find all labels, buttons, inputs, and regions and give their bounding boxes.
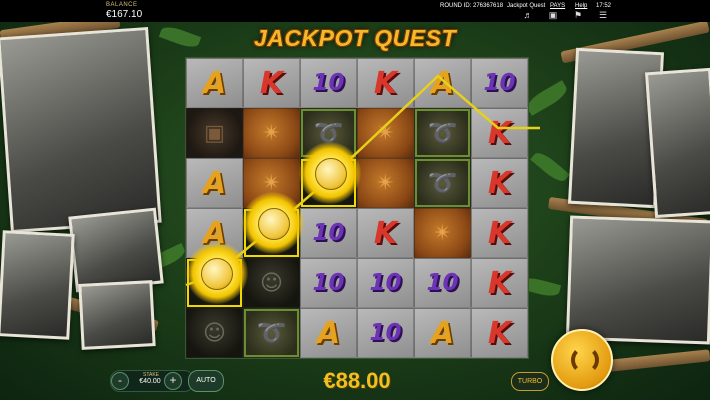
- comic-panel-journal: [78, 280, 156, 350]
- symbol-10: 10: [357, 258, 414, 308]
- stake-decrease-button[interactable]: -: [111, 372, 129, 390]
- symbol-hero: ☺: [243, 258, 300, 308]
- comic-panel-temple: [0, 230, 75, 340]
- top-bar: BALANCE €167.10 ROUND ID: 276367618 Jack…: [0, 0, 710, 22]
- mute-icon[interactable]: ♬: [523, 11, 533, 20]
- reel-grid: A K 10 K A 10 ▣ ✴ ➰ ✴ ➰ K A ✴ ✴ ➰ K A 10 K ✴ K ☺ 10 10 10 K ☺ ➰ A 10 A K: [185, 57, 529, 359]
- symbol-map: ✴: [357, 108, 414, 158]
- symbol-10: 10: [300, 208, 357, 258]
- spin-button[interactable]: [551, 329, 613, 391]
- symbol-a: A: [414, 308, 471, 358]
- symbol-k: K: [471, 258, 528, 308]
- symbol-k: K: [357, 58, 414, 108]
- wood-frame-bottom-right: [599, 349, 710, 373]
- fullscreen-icon[interactable]: ▣: [548, 11, 558, 20]
- symbol-a: A: [186, 58, 243, 108]
- leaf-decoration: [158, 23, 202, 51]
- coin-symbol: [258, 208, 290, 240]
- stake-increase-button[interactable]: +: [164, 372, 182, 390]
- balance-value: €167.10: [106, 9, 143, 20]
- game-name: Jackpot Quest: [507, 3, 546, 9]
- symbol-a: A: [300, 308, 357, 358]
- symbol-10: 10: [357, 308, 414, 358]
- symbol-map: ✴: [243, 108, 300, 158]
- leaf-decoration: [523, 80, 571, 116]
- coin-symbol: [201, 258, 233, 290]
- symbol-k: K: [471, 308, 528, 358]
- symbol-k: K: [471, 208, 528, 258]
- symbol-map: ✴: [357, 158, 414, 208]
- balance-label: BALANCE: [106, 2, 138, 8]
- coin-symbol: [315, 158, 347, 190]
- symbol-a: A: [414, 58, 471, 108]
- symbol-bag: ▣: [186, 108, 243, 158]
- symbol-hero: ☺: [186, 308, 243, 358]
- pays-link[interactable]: PAYS: [550, 3, 565, 9]
- help-link[interactable]: Help: [575, 3, 587, 9]
- leaf-decoration: [530, 148, 570, 186]
- notification-icon[interactable]: ⚑: [573, 11, 583, 20]
- symbol-whip: ➰: [243, 308, 300, 358]
- menu-icon[interactable]: ☰: [598, 11, 608, 20]
- game-title-logo: JACKPOT QUEST: [253, 25, 457, 51]
- symbol-a: A: [186, 158, 243, 208]
- symbol-10: 10: [414, 258, 471, 308]
- symbol-10: 10: [300, 58, 357, 108]
- symbol-k: K: [243, 58, 300, 108]
- symbol-map: ✴: [414, 208, 471, 258]
- game-stage: BALANCE €167.10 ROUND ID: 276367618 Jack…: [0, 0, 710, 400]
- spin-icon: [571, 346, 599, 374]
- round-id: ROUND ID: 276367618: [440, 3, 504, 9]
- symbol-10: 10: [471, 58, 528, 108]
- clock: 17:52: [596, 3, 612, 9]
- comic-panel-cave-torch: [565, 215, 710, 345]
- symbol-10: 10: [300, 258, 357, 308]
- symbol-k: K: [357, 208, 414, 258]
- comic-panel-jungle: [644, 67, 710, 219]
- symbol-k: K: [471, 108, 528, 158]
- symbol-k: K: [471, 158, 528, 208]
- comic-panel-landscape: [0, 26, 162, 234]
- turbo-label: TURBO: [517, 378, 543, 385]
- turbo-button[interactable]: TURBO: [511, 372, 549, 391]
- win-amount: €88.00: [323, 368, 391, 393]
- autoplay-button[interactable]: AUTO: [188, 370, 224, 392]
- symbol-whip: ➰: [414, 158, 471, 208]
- symbol-whip: ➰: [414, 108, 471, 158]
